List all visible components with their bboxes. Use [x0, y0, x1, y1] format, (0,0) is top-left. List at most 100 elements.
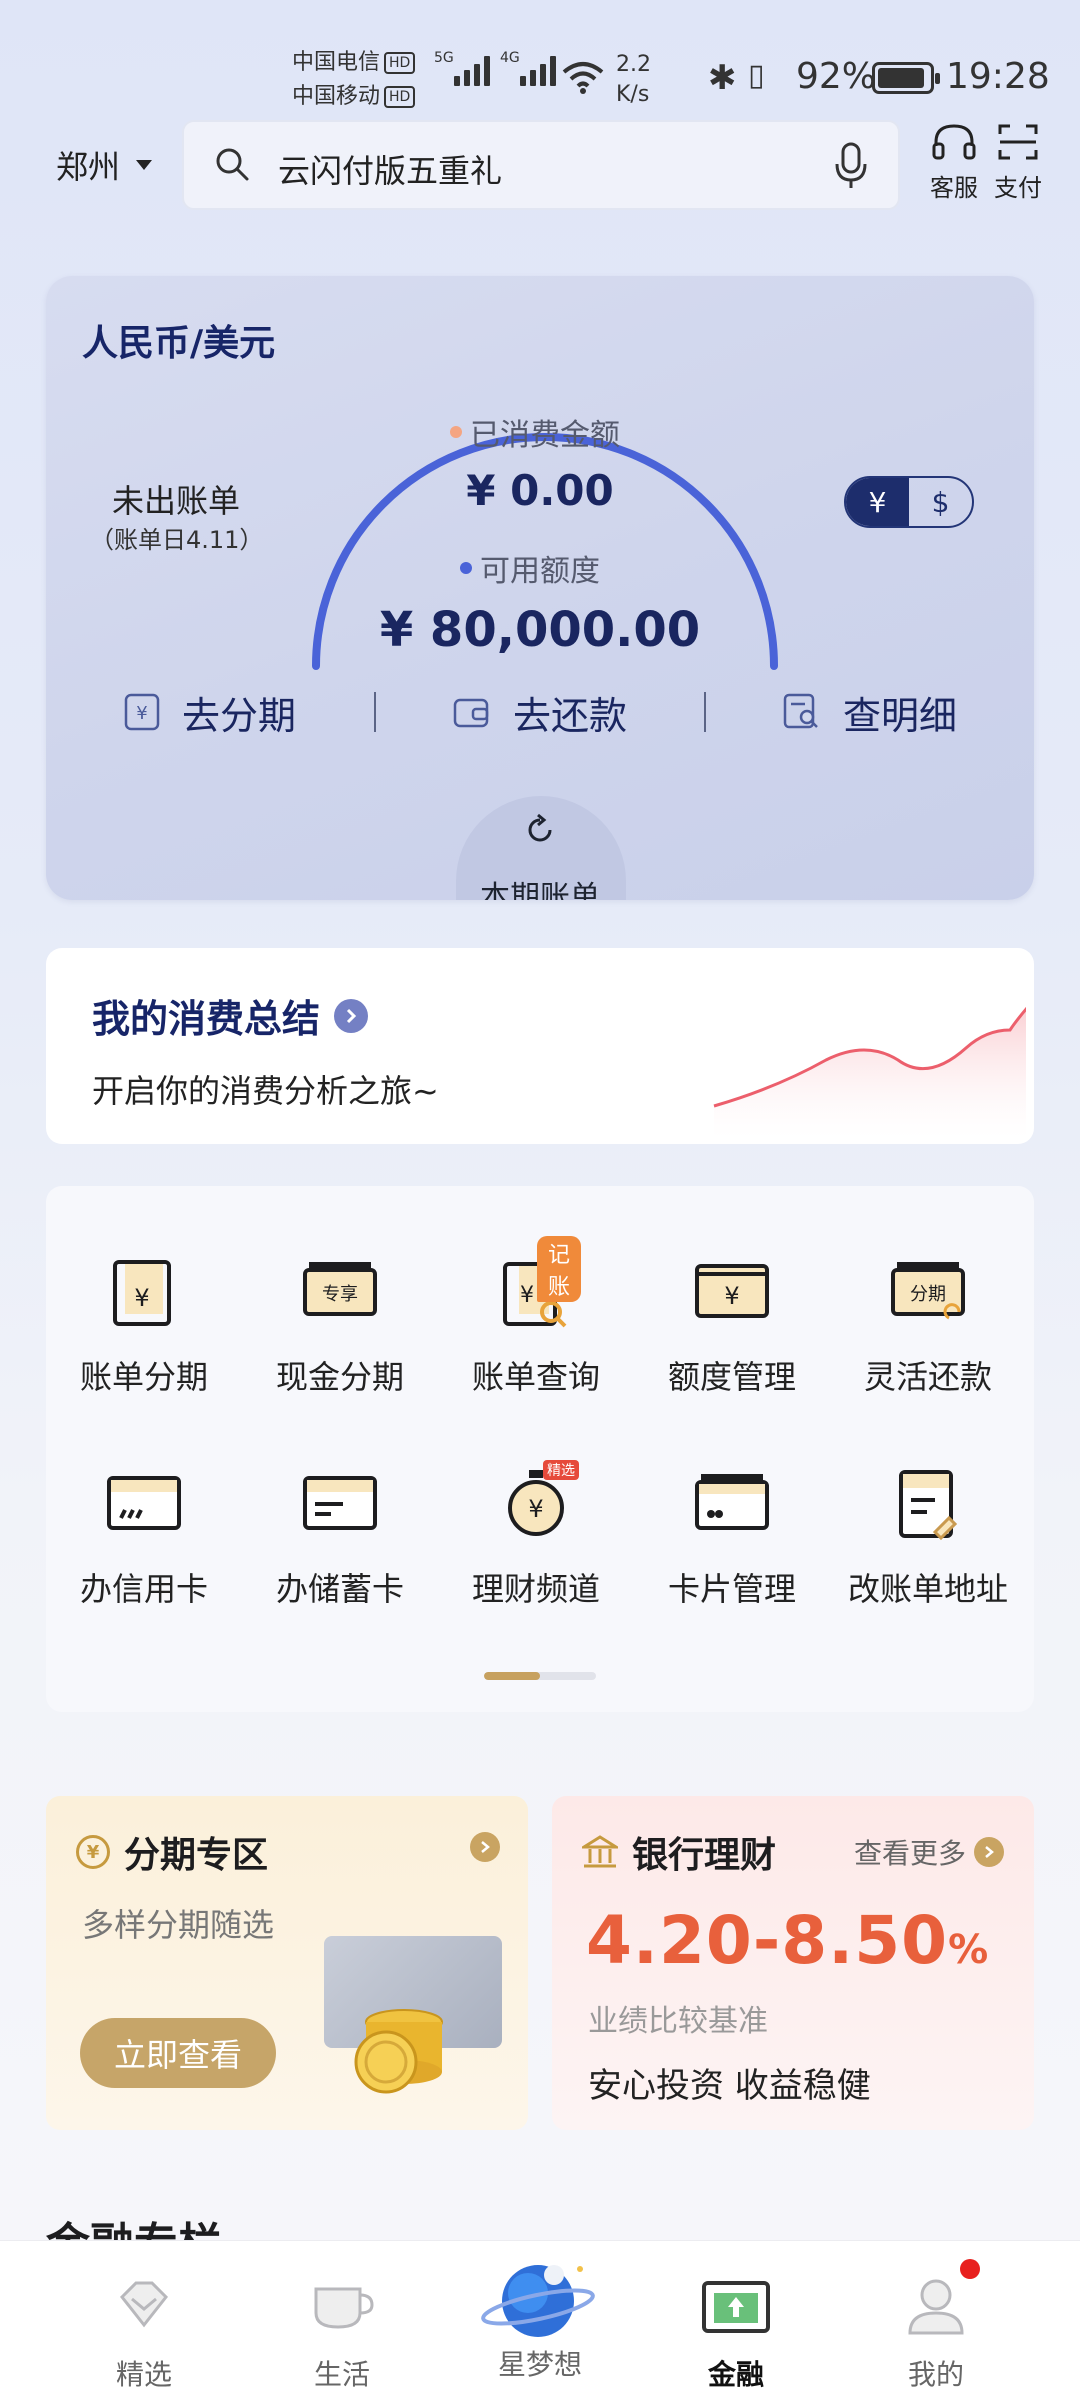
view-now-button[interactable]: 立即查看 — [80, 2018, 276, 2088]
repay-action[interactable]: 去还款 — [376, 685, 704, 740]
bill-day: （账单日4.11） — [90, 526, 264, 554]
service-label: 办储蓄卡 — [275, 1570, 404, 1608]
apply-debit-card-icon — [303, 1476, 377, 1530]
bill-installment-icon: ¥ — [113, 1260, 171, 1326]
city-name: 郑州 — [56, 148, 121, 186]
service-change-bill-address[interactable]: 改账单地址 — [830, 1464, 1026, 1610]
currency-toggle[interactable]: ¥ $ — [844, 476, 974, 528]
refresh-icon — [528, 813, 552, 842]
service-bill-query[interactable]: ¥ 记账 账单查询 — [438, 1236, 634, 1398]
service-wealth-channel[interactable]: ¥ 精选 理财频道 — [438, 1460, 634, 1610]
speed-value: 2.2 — [616, 52, 651, 77]
nav-label: 我的 — [907, 2358, 964, 2391]
installment-action[interactable]: ¥ 去分期 — [46, 685, 374, 740]
installment-zone-subtitle: 多样分期随选 — [82, 1906, 275, 1944]
service-flexible-repayment[interactable]: 分期 灵活还款 — [830, 1252, 1026, 1398]
yield-rate: 4.20-8.50% — [586, 1902, 989, 1979]
service-label: 办信用卡 — [79, 1570, 208, 1608]
signal-4g-icon: 4G — [500, 50, 556, 86]
diamond-icon — [119, 2281, 169, 2328]
nav-label: 星梦想 — [497, 2348, 582, 2381]
person-icon — [908, 2279, 964, 2335]
service-cash-installment[interactable]: 专享 现金分期 — [242, 1252, 438, 1398]
city-selector[interactable]: 郑州 — [56, 142, 153, 188]
battery-percent: 92% — [796, 56, 877, 97]
yuan-coin-icon: ¥ — [76, 1835, 110, 1869]
installment-label: 去分期 — [181, 693, 296, 738]
planet-icon — [481, 2265, 595, 2337]
search-bar[interactable]: 云闪付版五重礼 — [182, 120, 900, 210]
hd-badge: HD — [384, 52, 416, 74]
nav-finance[interactable]: 金融 — [656, 2241, 816, 2393]
bank-wealth-title: 银行理财 — [632, 1835, 777, 1876]
bookkeeping-tag: 记账 — [537, 1236, 581, 1302]
yield-rate-unit: % — [948, 1927, 990, 1973]
hd-badge: HD — [384, 86, 416, 108]
view-more-link[interactable]: 查看更多 — [854, 1832, 1004, 1872]
service-label: 灵活还款 — [863, 1358, 992, 1396]
finance-icon — [702, 2281, 770, 2333]
bottom-navigation: 精选 生活 星梦想 金融 我的 — [0, 2240, 1080, 2400]
spent-dot — [450, 426, 462, 438]
chevron-right-icon[interactable] — [470, 1832, 500, 1862]
currency-usd[interactable]: $ — [909, 478, 972, 526]
microphone-icon[interactable] — [834, 142, 868, 190]
service-label: 理财频道 — [471, 1570, 600, 1608]
gold-coins-icon — [354, 2009, 443, 2094]
nav-mine[interactable]: 我的 — [856, 2241, 1016, 2393]
clock: 19:28 — [946, 56, 1050, 97]
available-label-row: 可用额度 — [460, 546, 600, 590]
pay-button[interactable]: 支付 — [988, 120, 1048, 203]
headset-icon — [932, 124, 976, 160]
vibrate-icon: ▯ — [748, 58, 765, 93]
chevron-right-icon — [974, 1837, 1004, 1867]
cash-installment-icon: 专享 — [303, 1262, 377, 1316]
cup-icon — [314, 2287, 374, 2329]
nav-label: 金融 — [707, 2358, 764, 2391]
service-apply-credit-card[interactable]: 办信用卡 — [46, 1464, 242, 1610]
details-action[interactable]: 查明细 — [706, 685, 1034, 740]
yield-rate-value: 4.20-8.50 — [586, 1902, 949, 1979]
currency-title: 人民币/美元 — [82, 323, 276, 364]
consumption-summary-card[interactable]: 我的消费总结 开启你的消费分析之旅~ — [46, 948, 1034, 1144]
wifi-icon — [562, 62, 604, 94]
currency-cny[interactable]: ¥ — [846, 478, 909, 526]
change-bill-address-icon — [899, 1470, 958, 1541]
limit-management-icon: ¥ — [695, 1264, 769, 1318]
bank-wealth-header: 银行理财 — [582, 1826, 776, 1878]
installment-zone-title: 分期专区 — [124, 1835, 269, 1876]
svg-text:¥: ¥ — [136, 703, 147, 724]
service-card-management[interactable]: 卡片管理 — [634, 1464, 830, 1610]
installment-zone-card[interactable]: ¥ 分期专区 多样分期随选 立即查看 — [46, 1796, 528, 2130]
service-label: 账单查询 — [471, 1358, 600, 1396]
nav-label: 生活 — [313, 2358, 370, 2391]
wallet-icon — [453, 698, 489, 728]
repay-label: 去还款 — [512, 693, 627, 738]
customer-service-button[interactable]: 客服 — [924, 120, 984, 203]
svg-text:¥: ¥ — [520, 1283, 534, 1308]
pay-label: 支付 — [994, 174, 1042, 202]
exclusive-badge: 专享 — [322, 1284, 358, 1305]
svg-text:¥: ¥ — [724, 1282, 739, 1310]
card-management-icon — [695, 1474, 769, 1530]
installment-zone-header: ¥ 分期专区 — [76, 1826, 268, 1878]
consumption-subtitle: 开启你的消费分析之旅~ — [92, 1072, 439, 1110]
installment-badge: 分期 — [910, 1284, 946, 1305]
net-5g-label: 5G — [434, 50, 454, 66]
nav-star-dream[interactable]: 星梦想 — [460, 2241, 620, 2383]
spent-label: 已消费金额 — [470, 418, 620, 453]
service-limit-management[interactable]: ¥ 额度管理 — [634, 1252, 830, 1398]
installment-icon: ¥ — [124, 693, 160, 731]
available-label: 可用额度 — [480, 554, 600, 589]
scan-icon — [998, 124, 1038, 160]
bluetooth-icon: ✱ — [708, 58, 737, 98]
carrier-info: 中国电信 HD 中国移动 HD — [292, 46, 416, 114]
service-bill-installment[interactable]: ¥ 账单分期 — [46, 1252, 242, 1398]
nav-featured[interactable]: 精选 — [64, 2241, 224, 2393]
unbilled-label: 未出账单 — [111, 482, 240, 520]
available-dot — [460, 562, 472, 574]
consumption-title-row: 我的消费总结 — [92, 988, 369, 1043]
nav-life[interactable]: 生活 — [262, 2241, 422, 2393]
bank-wealth-card[interactable]: 银行理财 查看更多 4.20-8.50% 业绩比较基准 安心投资 收益稳健 — [552, 1796, 1034, 2130]
service-apply-debit-card[interactable]: 办储蓄卡 — [242, 1464, 438, 1610]
